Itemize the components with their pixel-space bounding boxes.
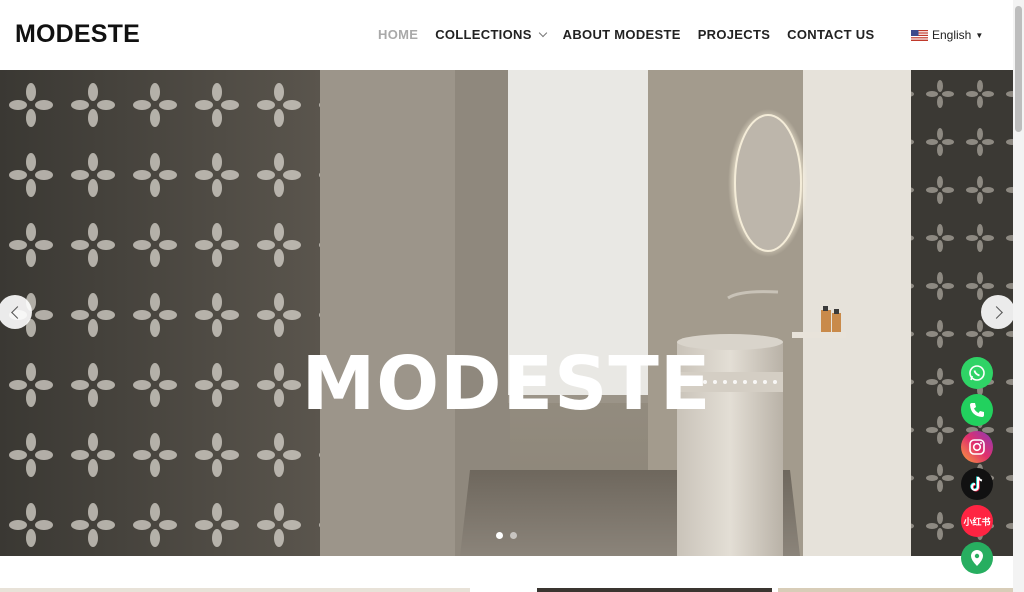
nav-item-about[interactable]: ABOUT MODESTE — [563, 27, 681, 42]
nav-item-home[interactable]: HOME — [378, 27, 418, 42]
location-button[interactable] — [961, 542, 993, 574]
location-pin-icon — [971, 550, 983, 566]
instagram-button[interactable] — [961, 431, 993, 463]
nav-item-projects[interactable]: PROJECTS — [698, 27, 770, 42]
chevron-right-icon — [989, 305, 1003, 319]
tiktok-icon — [970, 476, 983, 492]
nav-item-label: PROJECTS — [697, 27, 771, 42]
nav-item-label: HOME — [378, 27, 419, 42]
xiaohongshu-label: 小红书 — [963, 516, 991, 527]
nav-item-contact[interactable]: CONTACT US — [787, 27, 874, 42]
hero-title: MODESTE — [301, 341, 712, 427]
main-nav: HOME COLLECTIONS ABOUT MODESTE PROJECTS … — [378, 27, 891, 42]
slider-dot-1[interactable] — [496, 532, 503, 539]
site-header: MODESTE HOME COLLECTIONS ABOUT MODESTE P… — [0, 0, 1013, 70]
next-section-preview — [537, 588, 772, 592]
tiktok-button[interactable] — [961, 468, 993, 500]
hero-slider: MODESTE — [0, 70, 1013, 556]
whatsapp-icon — [969, 365, 985, 381]
whatsapp-button[interactable] — [961, 357, 993, 389]
next-section-preview — [0, 588, 470, 592]
chevron-left-icon — [10, 305, 24, 319]
slider-pagination — [496, 532, 524, 539]
xiaohongshu-button[interactable]: 小红书 — [961, 505, 993, 537]
slider-next-button[interactable] — [981, 295, 1013, 329]
instagram-icon — [969, 439, 985, 455]
next-section-preview — [778, 588, 1013, 592]
chevron-down-icon — [538, 28, 547, 37]
page-scrollbar[interactable] — [1013, 0, 1024, 592]
language-label: English — [932, 28, 972, 42]
scrollbar-thumb[interactable] — [1015, 6, 1022, 132]
page: MODESTE HOME COLLECTIONS ABOUT MODESTE P… — [0, 0, 1024, 592]
nav-item-label: CONTACT US — [787, 27, 875, 42]
phone-icon — [970, 403, 984, 417]
nav-item-label: COLLECTIONS — [435, 27, 532, 42]
nav-item-label: ABOUT MODESTE — [562, 27, 681, 42]
hero-image — [0, 70, 1013, 556]
caret-down-icon: ▼ — [975, 30, 984, 40]
nav-item-collections[interactable]: COLLECTIONS — [435, 27, 547, 42]
site-logo[interactable]: MODESTE — [15, 20, 140, 49]
phone-button[interactable] — [961, 394, 993, 426]
us-flag-icon — [911, 29, 928, 41]
language-selector[interactable]: English ▼ — [911, 28, 983, 42]
slider-dot-2[interactable] — [510, 532, 517, 539]
